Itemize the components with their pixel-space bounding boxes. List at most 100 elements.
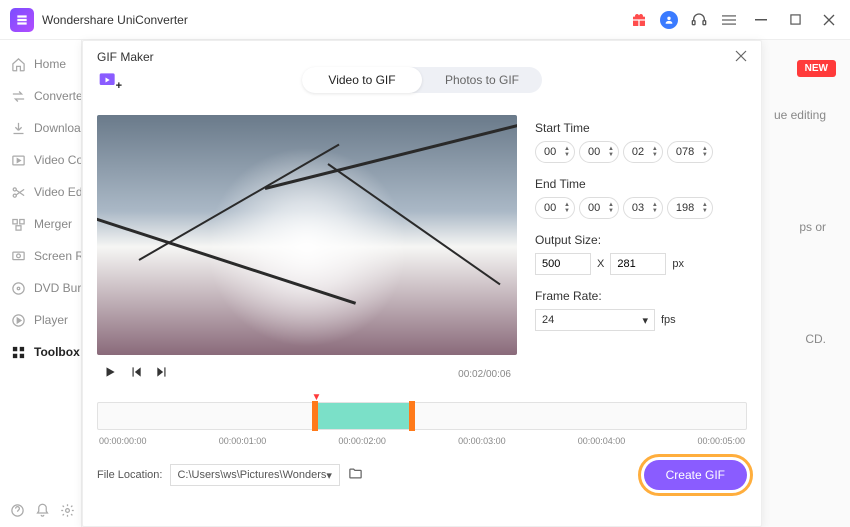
bell-icon[interactable] bbox=[35, 501, 50, 519]
selection-handle-left[interactable] bbox=[312, 401, 318, 431]
sidebar-item-label: Screen Recorder bbox=[34, 249, 81, 263]
hamburger-menu-icon[interactable] bbox=[720, 11, 738, 29]
download-icon bbox=[10, 120, 26, 136]
disc-icon bbox=[10, 280, 26, 296]
spinner-arrows-icon[interactable]: ▲▼ bbox=[608, 202, 614, 214]
spinner-arrows-icon[interactable]: ▲▼ bbox=[702, 146, 708, 158]
frame-rate-select[interactable]: 24▾ bbox=[535, 309, 655, 331]
end-hours-spinner[interactable]: 00▲▼ bbox=[535, 197, 575, 219]
video-preview[interactable] bbox=[97, 115, 517, 355]
add-video-button[interactable]: + bbox=[97, 69, 119, 91]
output-width-input[interactable] bbox=[535, 253, 591, 275]
sidebar-item-label: Merger bbox=[34, 217, 72, 231]
sidebar-item-label: Toolbox bbox=[34, 345, 80, 359]
open-folder-button[interactable] bbox=[348, 466, 363, 484]
end-time-label: End Time bbox=[535, 177, 747, 191]
sidebar-item-merger[interactable]: Merger bbox=[0, 208, 81, 240]
window-close-button[interactable] bbox=[818, 9, 840, 31]
record-icon bbox=[10, 248, 26, 264]
start-time-label: Start Time bbox=[535, 121, 747, 135]
spinner-arrows-icon[interactable]: ▲▼ bbox=[652, 146, 658, 158]
end-seconds-spinner[interactable]: 03▲▼ bbox=[623, 197, 663, 219]
sidebar-item-converter[interactable]: Converter bbox=[0, 80, 81, 112]
background-text: ps or bbox=[799, 220, 826, 234]
sidebar-item-label: Home bbox=[34, 57, 66, 71]
chevron-down-icon: ▾ bbox=[642, 314, 648, 327]
home-icon bbox=[10, 56, 26, 72]
settings-gear-icon[interactable] bbox=[60, 501, 75, 519]
fps-label: fps bbox=[661, 314, 676, 326]
create-gif-button[interactable]: Create GIF bbox=[644, 460, 747, 490]
start-ms-spinner[interactable]: 078▲▼ bbox=[667, 141, 713, 163]
account-avatar-icon[interactable] bbox=[660, 11, 678, 29]
playback-time: 00:02/00:06 bbox=[458, 369, 511, 380]
mode-tabs: Video to GIF Photos to GIF bbox=[302, 67, 542, 93]
output-height-input[interactable] bbox=[610, 253, 666, 275]
grid-apps-icon bbox=[10, 344, 26, 360]
window-maximize-button[interactable] bbox=[784, 9, 806, 31]
content-area: NEW ue editing ps or CD. GIF Maker + Vid… bbox=[82, 40, 850, 527]
file-location-select[interactable]: C:\Users\ws\Pictures\Wonders▾ bbox=[170, 464, 340, 486]
file-location-label: File Location: bbox=[97, 469, 162, 481]
start-seconds-spinner[interactable]: 02▲▼ bbox=[623, 141, 663, 163]
end-minutes-spinner[interactable]: 00▲▼ bbox=[579, 197, 619, 219]
end-ms-spinner[interactable]: 198▲▼ bbox=[667, 197, 713, 219]
headset-support-icon[interactable] bbox=[690, 11, 708, 29]
sidebar-item-toolbox[interactable]: Toolbox bbox=[0, 336, 81, 368]
modal-close-button[interactable] bbox=[735, 49, 747, 65]
titlebar: Wondershare UniConverter bbox=[0, 0, 850, 40]
play-button[interactable] bbox=[103, 365, 117, 384]
params-pane: Start Time 00▲▼ 00▲▼ 02▲▼ 078▲▼ End Time… bbox=[535, 115, 747, 394]
selection-range[interactable] bbox=[312, 403, 409, 429]
sidebar-item-editor[interactable]: Video Editor bbox=[0, 176, 81, 208]
selection-handle-right[interactable] bbox=[409, 401, 415, 431]
compress-icon bbox=[10, 152, 26, 168]
scissors-icon bbox=[10, 184, 26, 200]
sidebar-item-label: Video Compressor bbox=[34, 153, 81, 167]
timeline[interactable]: ▼ 00:00:00:00 00:00:01:00 00:00:02:00 00… bbox=[97, 402, 747, 446]
tab-video-to-gif[interactable]: Video to GIF bbox=[302, 67, 422, 93]
app-logo-icon bbox=[10, 8, 34, 32]
sidebar-item-label: Video Editor bbox=[34, 185, 81, 199]
spinner-arrows-icon[interactable]: ▲▼ bbox=[652, 202, 658, 214]
spinner-arrows-icon[interactable]: ▲▼ bbox=[564, 146, 570, 158]
spinner-arrows-icon[interactable]: ▲▼ bbox=[564, 202, 570, 214]
preview-pane: 00:02/00:06 bbox=[97, 115, 517, 394]
sidebar-item-dvd[interactable]: DVD Burner bbox=[0, 272, 81, 304]
sidebar-item-compressor[interactable]: Video Compressor bbox=[0, 144, 81, 176]
tab-photos-to-gif[interactable]: Photos to GIF bbox=[422, 67, 542, 93]
sidebar-item-label: DVD Burner bbox=[34, 281, 81, 295]
plus-icon: + bbox=[116, 80, 122, 92]
gif-maker-modal: GIF Maker + Video to GIF Photos to GIF bbox=[82, 40, 762, 527]
spinner-arrows-icon[interactable]: ▲▼ bbox=[702, 202, 708, 214]
new-badge: NEW bbox=[797, 60, 836, 77]
gift-icon[interactable] bbox=[630, 11, 648, 29]
merge-icon bbox=[10, 216, 26, 232]
output-size-label: Output Size: bbox=[535, 233, 747, 247]
play-icon bbox=[10, 312, 26, 328]
timeline-track[interactable] bbox=[97, 402, 747, 430]
prev-frame-button[interactable] bbox=[129, 365, 143, 384]
frame-rate-label: Frame Rate: bbox=[535, 289, 747, 303]
start-minutes-spinner[interactable]: 00▲▼ bbox=[579, 141, 619, 163]
app-title: Wondershare UniConverter bbox=[42, 13, 188, 27]
next-frame-button[interactable] bbox=[155, 365, 169, 384]
window-minimize-button[interactable] bbox=[750, 9, 772, 31]
sidebar-item-label: Player bbox=[34, 313, 68, 327]
help-icon[interactable] bbox=[10, 501, 25, 519]
sidebar-item-home[interactable]: Home bbox=[0, 48, 81, 80]
sidebar-item-label: Downloader bbox=[34, 121, 81, 135]
background-text: ue editing bbox=[774, 108, 826, 122]
start-hours-spinner[interactable]: 00▲▼ bbox=[535, 141, 575, 163]
background-text: CD. bbox=[805, 332, 826, 346]
sidebar-item-downloader[interactable]: Downloader bbox=[0, 112, 81, 144]
sidebar: Home Converter Downloader Video Compress… bbox=[0, 40, 82, 527]
chevron-down-icon: ▾ bbox=[326, 469, 332, 482]
convert-icon bbox=[10, 88, 26, 104]
sidebar-item-label: Converter bbox=[34, 89, 81, 103]
spinner-arrows-icon[interactable]: ▲▼ bbox=[608, 146, 614, 158]
timeline-ticks: 00:00:00:00 00:00:01:00 00:00:02:00 00:0… bbox=[97, 436, 747, 446]
px-label: px bbox=[672, 258, 684, 270]
sidebar-item-player[interactable]: Player bbox=[0, 304, 81, 336]
sidebar-item-recorder[interactable]: Screen Recorder bbox=[0, 240, 81, 272]
